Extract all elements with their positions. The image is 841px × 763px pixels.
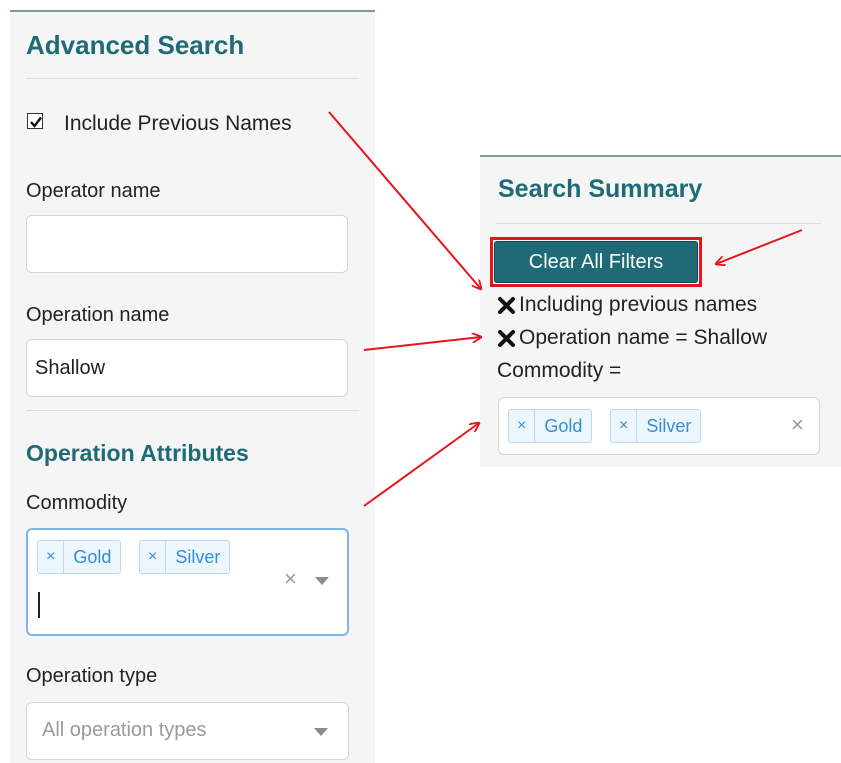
clear-all-filters-button[interactable]: Clear All Filters: [494, 241, 698, 283]
clear-selection-icon[interactable]: ×: [791, 412, 804, 438]
tag-label: Gold: [73, 546, 112, 567]
annotation-arrow: [363, 423, 479, 507]
search-summary-panel: Search Summary Clear All Filters Includi…: [480, 155, 841, 467]
advanced-search-panel: Advanced Search Include Previous Names O…: [10, 10, 375, 763]
tag-remove-icon[interactable]: ×: [38, 541, 65, 573]
operation-attributes-title: Operation Attributes: [26, 440, 249, 466]
divider: [496, 223, 821, 224]
checkmark-icon: [30, 116, 42, 128]
summary-commodity-select[interactable]: × Gold × Silver ×: [498, 397, 820, 455]
include-previous-names-checkbox[interactable]: [27, 113, 43, 129]
operation-name-label: Operation name: [26, 304, 170, 326]
summary-tag-gold: × Gold: [508, 409, 593, 443]
tag-label: Silver: [175, 546, 221, 567]
operation-type-label: Operation type: [26, 665, 158, 687]
commodity-multiselect[interactable]: × Gold × Silver ×: [26, 528, 349, 636]
advanced-search-title: Advanced Search: [26, 30, 245, 60]
commodity-tag-gold: × Gold: [37, 540, 122, 574]
filter-including-previous-names: Including previous names: [497, 293, 757, 317]
commodity-label: Commodity: [26, 492, 128, 514]
operation-type-select[interactable]: All operation types: [26, 702, 349, 760]
operation-type-placeholder: All operation types: [42, 719, 207, 741]
dropdown-arrow-icon[interactable]: [314, 728, 328, 736]
include-previous-names-label: Include Previous Names: [64, 112, 292, 135]
filter-text: Including previous names: [519, 293, 758, 316]
text-cursor: [38, 592, 40, 618]
filter-commodity: Commodity =: [497, 359, 621, 383]
operator-name-input[interactable]: [26, 215, 348, 273]
summary-tag-silver: × Silver: [610, 409, 702, 443]
clear-selection-icon[interactable]: ×: [284, 566, 297, 592]
operation-name-input[interactable]: [26, 339, 348, 397]
remove-filter-x-icon[interactable]: [497, 296, 516, 315]
tag-label: Gold: [544, 415, 583, 436]
tag-remove-icon[interactable]: ×: [140, 541, 167, 573]
annotation-arrow: [363, 337, 481, 351]
tag-label: Silver: [646, 415, 692, 436]
filter-text: Operation name = Shallow: [519, 326, 768, 349]
divider: [26, 410, 359, 411]
filter-operation-name: Operation name = Shallow: [497, 326, 767, 350]
tag-remove-icon[interactable]: ×: [611, 410, 638, 442]
tag-remove-icon[interactable]: ×: [509, 410, 536, 442]
dropdown-arrow-icon[interactable]: [315, 577, 329, 585]
operator-name-label: Operator name: [26, 180, 161, 202]
divider: [26, 78, 359, 79]
filter-text: Commodity =: [497, 359, 622, 382]
remove-filter-x-icon[interactable]: [497, 329, 516, 348]
commodity-tag-silver: × Silver: [139, 540, 231, 574]
search-summary-title: Search Summary: [498, 175, 703, 203]
